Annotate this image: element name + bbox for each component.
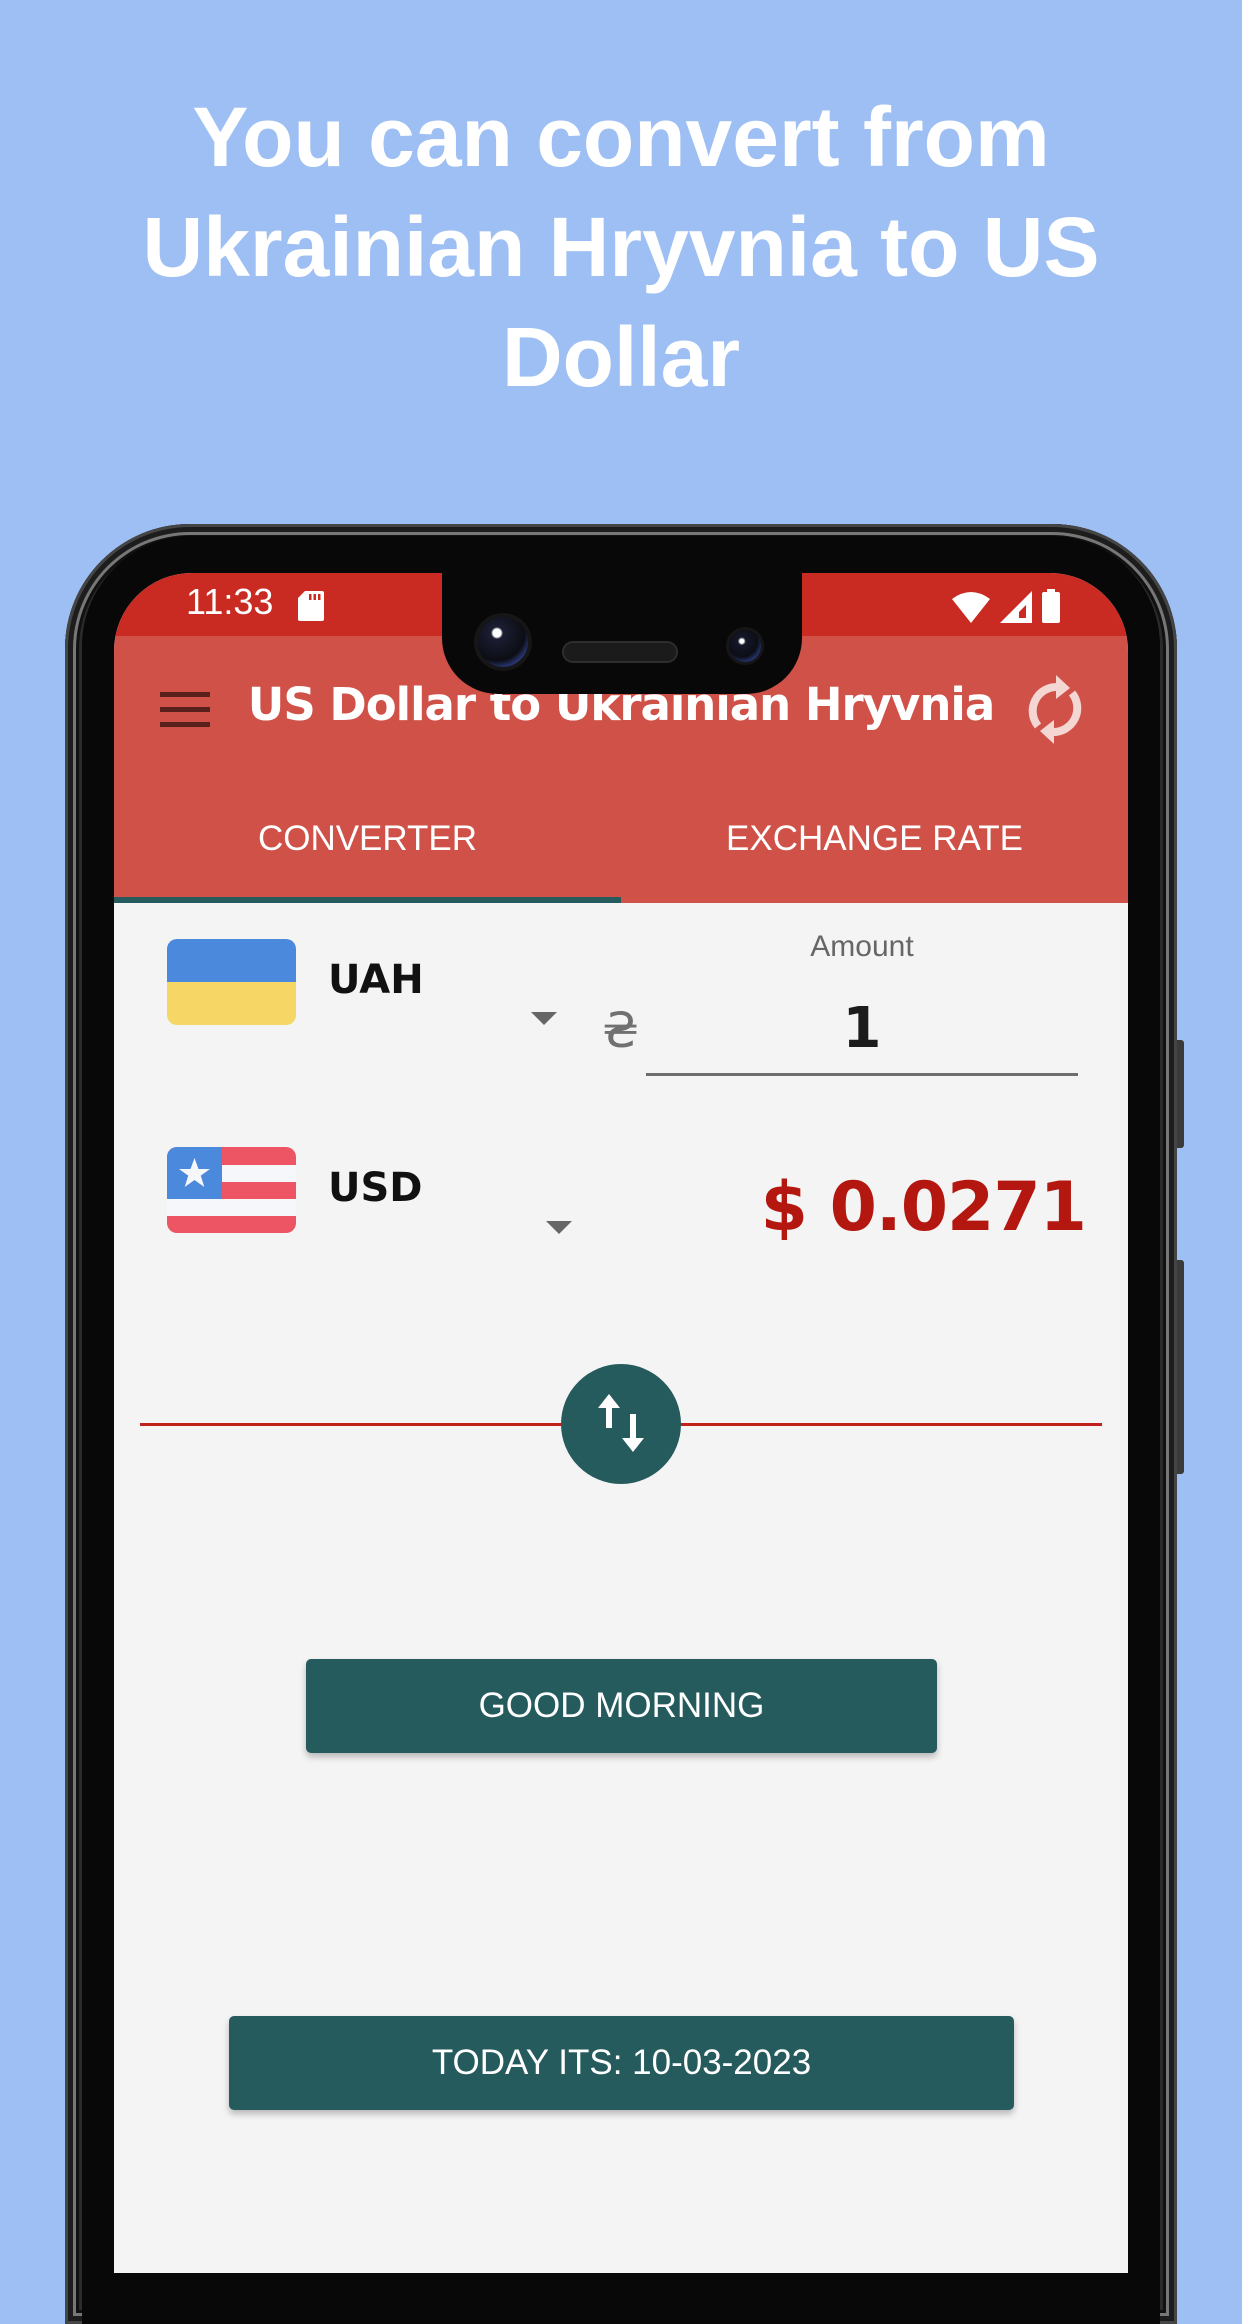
- sd-card-icon: [298, 591, 324, 621]
- from-currency-code[interactable]: UAH: [328, 957, 424, 1003]
- swap-vertical-icon: [598, 1394, 644, 1452]
- volume-button: [1177, 1260, 1184, 1474]
- refresh-icon[interactable]: [1018, 671, 1092, 747]
- earpiece-speaker: [562, 641, 678, 663]
- signal-icon: [1000, 591, 1032, 623]
- greeting-button[interactable]: GOOD MORNING: [306, 1659, 937, 1753]
- swap-currencies-button[interactable]: [561, 1364, 681, 1484]
- hryvnia-sign-icon: ₴: [602, 1003, 640, 1059]
- conversion-result: $ 0.0271: [760, 1168, 1087, 1247]
- from-currency-dropdown-arrow[interactable]: [531, 1012, 557, 1025]
- front-camera-icon: [478, 617, 528, 667]
- status-icons: [952, 589, 1060, 623]
- headline-line: You can convert from: [192, 90, 1050, 184]
- secondary-camera-icon: [729, 630, 761, 662]
- status-time: 11:33: [186, 581, 274, 622]
- battery-icon: [1042, 589, 1060, 623]
- amount-input[interactable]: [646, 983, 1078, 1076]
- headline-line: Dollar: [501, 310, 741, 404]
- power-button: [1177, 1040, 1184, 1148]
- tab-converter[interactable]: CONVERTER: [114, 780, 621, 898]
- headline-line: Ukrainian Hryvnia to US: [142, 200, 1100, 294]
- wifi-icon: [952, 592, 990, 623]
- camera-notch: [442, 573, 802, 694]
- phone-screen: 11:33 US Dollar to Ukrainian Hryvnia CON…: [114, 573, 1128, 2273]
- to-currency-dropdown-arrow[interactable]: [546, 1221, 572, 1234]
- us-flag[interactable]: [167, 1147, 296, 1233]
- promo-headline: You can convert from Ukrainian Hryvnia t…: [0, 82, 1242, 412]
- tab-bar: CONVERTER EXCHANGE RATE: [114, 780, 1128, 903]
- converter-panel: UAH ₴ Amount USD $ 0.0271 GOOD MORNING: [114, 903, 1128, 2273]
- date-button[interactable]: TODAY ITS: 10-03-2023: [229, 2016, 1014, 2110]
- to-currency-code[interactable]: USD: [328, 1165, 423, 1211]
- ukraine-flag[interactable]: [167, 939, 296, 1025]
- amount-label: Amount: [810, 930, 914, 963]
- tab-exchange-rate[interactable]: EXCHANGE RATE: [621, 780, 1128, 898]
